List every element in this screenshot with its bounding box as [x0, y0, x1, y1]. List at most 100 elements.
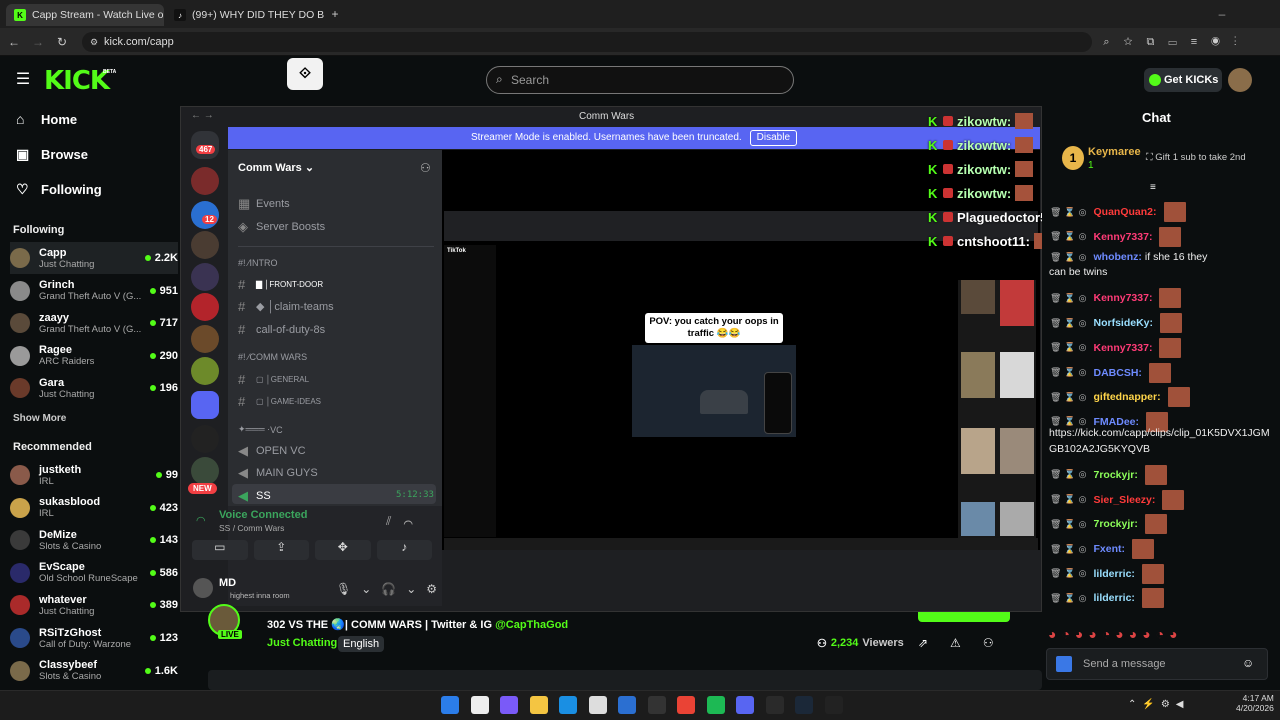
server-icon[interactable]: [191, 325, 219, 353]
chat-username[interactable]: whobenz:: [1094, 251, 1142, 263]
follow-button[interactable]: [918, 612, 1010, 622]
chat-text[interactable]: https://kick.com/capp/clips/clip_01K5DVX…: [1049, 427, 1270, 439]
server-icon[interactable]: [191, 263, 219, 291]
server-icon[interactable]: [191, 457, 219, 485]
taskbar-app-icon[interactable]: [677, 696, 695, 714]
voice-main-guys[interactable]: ◀ MAIN GUYS: [238, 465, 318, 481]
mod-action-icons[interactable]: 🗑⌛◎: [1050, 593, 1090, 604]
chat-username[interactable]: lilderric:: [1094, 592, 1135, 604]
thumbnail[interactable]: [1000, 352, 1034, 398]
mod-action-icons[interactable]: 🗑⌛◎: [1050, 416, 1090, 427]
taskbar-app-icon[interactable]: [706, 696, 725, 714]
server-name[interactable]: Comm Wars ⌄: [238, 161, 314, 174]
gift-prompt[interactable]: ⛶ Gift 1 sub to take 2nd: [1146, 152, 1246, 163]
channel-item[interactable]: justketh IRL 99: [10, 459, 178, 491]
top-gifter[interactable]: Keymaree: [1088, 146, 1141, 158]
mod-action-icons[interactable]: 🗑⌛◎: [1050, 568, 1090, 579]
mod-action-icons[interactable]: 🗑⌛◎: [1050, 544, 1090, 555]
server-icon[interactable]: [191, 357, 219, 385]
server-icon[interactable]: [191, 167, 219, 195]
voice-controls-icon[interactable]: ⫽⌒: [386, 514, 425, 529]
site-info-icon[interactable]: ⚙: [88, 32, 100, 52]
chat-username[interactable]: Sier_Sleezy:: [1094, 494, 1156, 506]
mod-action-icons[interactable]: 🗑⌛◎: [1050, 367, 1090, 378]
nav-browse[interactable]: ▣ Browse: [16, 146, 88, 163]
chat-input[interactable]: Send a message: [1046, 648, 1268, 680]
avatar[interactable]: [193, 578, 213, 598]
forward-icon[interactable]: →: [30, 32, 46, 52]
search-input[interactable]: Search: [486, 66, 794, 94]
thumbnail[interactable]: [1000, 428, 1034, 474]
taskbar-app-icon[interactable]: [500, 696, 518, 714]
chat-username[interactable]: lilderric:: [1094, 568, 1135, 580]
category-intro[interactable]: #! ⁄ INTRO: [238, 258, 278, 268]
folder-icon[interactable]: [191, 391, 219, 419]
chat-username[interactable]: Kenny7337:: [1094, 292, 1153, 304]
taskbar-app-icon[interactable]: [824, 696, 843, 714]
taskbar-app-icon[interactable]: [736, 696, 754, 714]
mod-action-icons[interactable]: 🗑⌛◎: [1050, 392, 1090, 403]
events-item[interactable]: ▦ Events: [238, 196, 290, 212]
kick-logo[interactable]: KICK: [44, 66, 110, 96]
tab-tiktok[interactable]: ♪ (99+) WHY DID THEY DO BOY L✕: [166, 4, 324, 26]
boosts-item[interactable]: ◈ Server Boosts: [238, 219, 325, 235]
category-vc[interactable]: ✦═══ · VC: [238, 424, 283, 435]
channel-item[interactable]: DeMize Slots & Casino 143: [10, 524, 178, 556]
screen-tool-icon[interactable]: ⟐: [287, 58, 323, 90]
show-more-link[interactable]: Show More: [13, 413, 66, 424]
avatar[interactable]: [1228, 68, 1252, 92]
mod-action-icons[interactable]: 🗑⌛◎: [1050, 342, 1090, 353]
mod-action-icons[interactable]: 🗑⌛◎: [1050, 494, 1090, 505]
taskbar-app-icon[interactable]: [647, 696, 666, 714]
mod-action-icons[interactable]: 🗑⌛◎: [1050, 519, 1090, 530]
chat-username[interactable]: 7rockyjr:: [1094, 518, 1138, 530]
server-icon[interactable]: [191, 231, 219, 259]
chat-username[interactable]: DABCSH:: [1094, 367, 1142, 379]
user-controls-icon[interactable]: 🎙⌄🎧⌄⚙: [336, 582, 447, 596]
nav-following[interactable]: ♡ Following: [16, 181, 102, 198]
language-tag[interactable]: English: [338, 636, 385, 652]
browser-toolbar-icons[interactable]: ⌕☆⧉▭≡◉⋮: [1082, 32, 1272, 52]
voice-open-vc[interactable]: ◀ OPEN VC: [238, 443, 306, 459]
emote-bar[interactable]: ◕◔◕◕◔◕◕◕◔◕: [1048, 626, 1183, 642]
menu-icon[interactable]: ☰: [14, 70, 32, 90]
channel-item[interactable]: Ragee ARC Raiders 290: [10, 340, 178, 372]
taskbar-app-icon[interactable]: [795, 696, 813, 714]
channel-item[interactable]: sukasblood IRL 423: [10, 492, 178, 524]
chat-username[interactable]: NorfsideKy:: [1094, 317, 1154, 329]
mod-action-icons[interactable]: 🗑⌛◎: [1050, 318, 1090, 329]
server-icon[interactable]: [191, 293, 219, 321]
channel-item[interactable]: zaayy Grand Theft Auto V (G... 717: [10, 307, 178, 339]
channel-claim-teams[interactable]: # ◆ │ claim-teams: [238, 299, 334, 314]
taskbar-app-icon[interactable]: [470, 696, 489, 714]
category-comm-wars[interactable]: #! ⁄ COMM WARS: [238, 352, 307, 362]
channel-general[interactable]: # ▢ │ GENERAL: [238, 372, 309, 387]
chat-username[interactable]: Fxent:: [1094, 543, 1126, 555]
stream-actions-icon[interactable]: ⇗⚠⚇: [918, 636, 1016, 650]
thumbnail[interactable]: [961, 352, 995, 398]
tray-icons[interactable]: ⌃⚡⚙◀: [1128, 699, 1190, 710]
channel-cod[interactable]: # call-of-duty-8s: [238, 322, 325, 337]
channel-item[interactable]: RSiTzGhost Call of Duty: Warzone 123: [10, 622, 178, 654]
nav-home[interactable]: ⌂ Home: [16, 111, 77, 127]
taskbar-app-icon[interactable]: [529, 696, 548, 714]
tab-kick[interactable]: K Capp Stream - Watch Live on K✕: [6, 4, 164, 26]
activities-button[interactable]: ✥: [315, 540, 371, 560]
voice-ss[interactable]: ◀ SS: [238, 488, 271, 504]
disable-button[interactable]: Disable: [749, 130, 798, 146]
mod-action-icons[interactable]: 🗑⌛◎: [1050, 207, 1090, 218]
mod-action-icons[interactable]: 🗑⌛◎: [1050, 293, 1090, 304]
chat-username[interactable]: Kenny7337:: [1094, 231, 1153, 243]
mod-action-icons[interactable]: 🗑⌛◎: [1050, 469, 1090, 480]
channel-item[interactable]: Classybeef Slots & Casino 1.6K: [10, 655, 178, 687]
mod-action-icons[interactable]: 🗑⌛◎: [1050, 252, 1090, 263]
taskbar-app-icon[interactable]: [559, 696, 577, 714]
thumbnail[interactable]: [961, 428, 995, 474]
chat-settings-icon[interactable]: [1056, 656, 1072, 672]
taskbar-app-icon[interactable]: [618, 696, 636, 714]
server-icon[interactable]: [191, 425, 219, 453]
chat-username[interactable]: QuanQuan2:: [1094, 206, 1157, 218]
channel-item[interactable]: Capp Just Chatting 2.2K: [10, 242, 178, 274]
back-icon[interactable]: ←: [6, 32, 22, 52]
thumbnail[interactable]: [1000, 280, 1034, 326]
